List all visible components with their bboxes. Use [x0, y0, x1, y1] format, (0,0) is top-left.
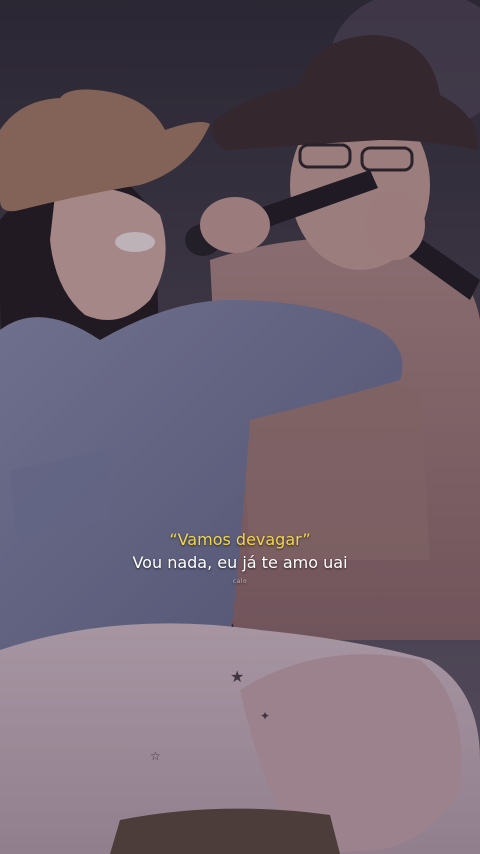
- video-frame[interactable]: ★ ✦ ☆ “Vamos devagar” Vou nada, eu já te…: [0, 0, 480, 854]
- dim-overlay: [0, 0, 480, 854]
- watermark-text: calo: [232, 578, 248, 585]
- lyric-main: Vou nada, eu já te amo uai: [132, 553, 348, 572]
- lyric-highlight: “Vamos devagar”: [169, 530, 311, 549]
